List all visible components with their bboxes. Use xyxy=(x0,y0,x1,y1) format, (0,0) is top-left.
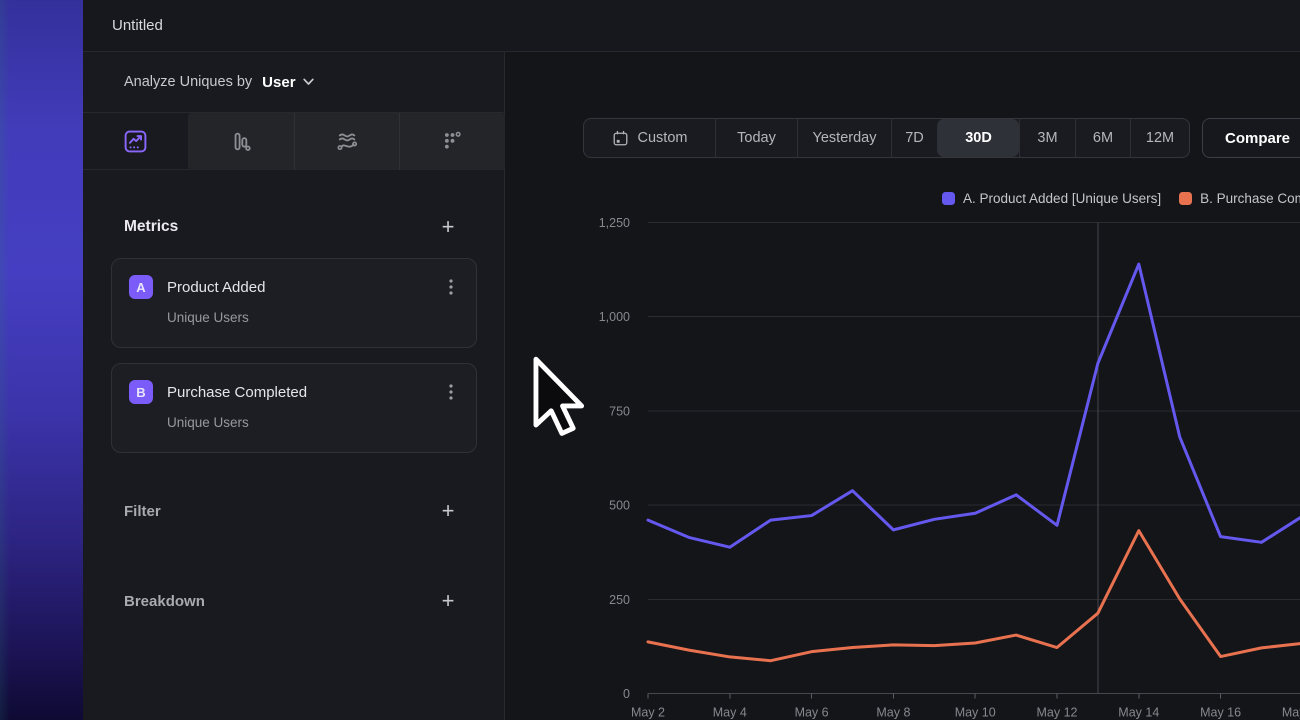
filter-section-header: Filter + xyxy=(83,491,505,531)
chart-type-tabs xyxy=(83,113,504,170)
chart-legend: A. Product Added [Unique Users] B. Purch… xyxy=(942,191,1300,206)
metric-name: Product Added xyxy=(167,279,442,296)
date-range-group: Custom Today Yesterday 7D 30D 3M 6M 12M xyxy=(583,118,1190,158)
analyze-by-dropdown[interactable]: Analyze Uniques by User xyxy=(83,52,504,113)
chevron-down-icon xyxy=(303,78,314,86)
tab-flow[interactable] xyxy=(294,113,400,170)
legend-item-b[interactable]: B. Purchase Completed [Unique Users] xyxy=(1179,191,1300,206)
legend-swatch-a xyxy=(942,192,955,205)
breakdown-title: Breakdown xyxy=(124,593,205,610)
range-yesterday-button[interactable]: Yesterday xyxy=(797,119,891,157)
range-3m-button[interactable]: 3M xyxy=(1019,119,1075,157)
add-filter-button[interactable]: + xyxy=(436,499,460,523)
metric-card-product-added[interactable]: A Product Added Unique Users xyxy=(111,258,477,348)
filter-title: Filter xyxy=(124,503,161,520)
legend-item-a[interactable]: A. Product Added [Unique Users] xyxy=(942,191,1161,206)
metric-badge-a: A xyxy=(129,275,153,299)
range-12m-button[interactable]: 12M xyxy=(1130,119,1189,157)
flow-icon xyxy=(333,128,360,155)
compare-label: Compare xyxy=(1225,130,1290,147)
chart-type-tabs-inactive xyxy=(188,113,505,170)
main-panel: Custom Today Yesterday 7D 30D 3M 6M 12M … xyxy=(505,52,1300,720)
tab-retention-grid[interactable] xyxy=(399,113,505,170)
add-breakdown-button[interactable]: + xyxy=(436,589,460,613)
metric-name: Purchase Completed xyxy=(167,384,442,401)
range-label: 6M xyxy=(1093,130,1113,146)
metrics-section-header: Metrics + xyxy=(83,207,505,247)
range-label: 3M xyxy=(1037,130,1057,146)
line-chart-icon xyxy=(122,128,149,155)
sidebar: Analyze Uniques by User xyxy=(83,52,505,720)
analyze-by-label: Analyze Uniques by xyxy=(124,74,252,90)
analyze-by-value: User xyxy=(262,74,295,91)
bar-chart-icon xyxy=(227,128,254,155)
kebab-icon xyxy=(449,384,453,400)
legend-label-b: B. Purchase Completed [Unique Users] xyxy=(1200,191,1300,206)
legend-label-a: A. Product Added [Unique Users] xyxy=(963,191,1161,206)
metric-subtitle: Unique Users xyxy=(167,310,460,325)
kebab-icon xyxy=(449,279,453,295)
range-6m-button[interactable]: 6M xyxy=(1075,119,1130,157)
range-30d-button[interactable]: 30D xyxy=(937,119,1019,157)
range-label: Custom xyxy=(638,130,688,146)
range-label: 12M xyxy=(1146,130,1174,146)
header-bar: Untitled xyxy=(83,0,1300,52)
breakdown-section-header: Breakdown + xyxy=(83,581,505,621)
tab-line-chart[interactable] xyxy=(83,113,188,169)
metrics-title: Metrics xyxy=(124,218,178,236)
add-metric-button[interactable]: + xyxy=(436,215,460,239)
calendar-icon xyxy=(612,130,629,147)
range-today-button[interactable]: Today xyxy=(715,119,797,157)
range-label: Today xyxy=(737,130,776,146)
range-7d-button[interactable]: 7D xyxy=(891,119,937,157)
compare-button[interactable]: Compare xyxy=(1202,118,1300,158)
retention-grid-icon xyxy=(439,128,466,155)
metric-subtitle: Unique Users xyxy=(167,415,460,430)
range-label: 30D xyxy=(965,130,992,146)
report-title: Untitled xyxy=(112,17,163,34)
range-label: Yesterday xyxy=(813,130,877,146)
legend-swatch-b xyxy=(1179,192,1192,205)
metric-card-purchase-completed[interactable]: B Purchase Completed Unique Users xyxy=(111,363,477,453)
range-custom-button[interactable]: Custom xyxy=(584,119,715,157)
tab-bar-chart[interactable] xyxy=(188,113,294,170)
metric-badge-b: B xyxy=(129,380,153,404)
metric-menu-button[interactable] xyxy=(442,276,460,298)
metric-menu-button[interactable] xyxy=(442,381,460,403)
app-window: 02505007501,0001,250May 2May 4May 6May 8… xyxy=(0,0,1300,720)
range-label: 7D xyxy=(905,130,924,146)
